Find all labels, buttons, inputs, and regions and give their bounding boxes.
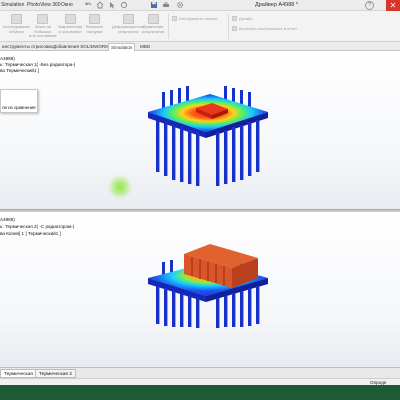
ribbon-divider xyxy=(168,14,169,39)
ribbon-button-deformed-results[interactable]: Деформационная результаты xyxy=(112,14,145,34)
menu-simulation[interactable]: Simulation xyxy=(1,2,24,8)
study-icon xyxy=(10,14,22,24)
fixtures-icon xyxy=(64,14,76,24)
ribbon-divider xyxy=(228,14,229,39)
plot-tools-icon xyxy=(172,16,177,22)
tab-sketch-tools[interactable]: инструменты отрисовки xyxy=(0,43,55,51)
plot-study-name: ь: Термическая 2( -С радиатором-) xyxy=(0,224,75,229)
design-icon xyxy=(232,16,237,22)
options-gear-icon[interactable] xyxy=(176,1,184,9)
plot-study-name: ь: Термическая 1( -Без радиатора-) xyxy=(0,62,76,67)
plot-title-line: A4988) xyxy=(0,56,15,61)
ribbon-item-include-image[interactable]: Включить изображение в отчет xyxy=(232,26,297,32)
ribbon-button-label: Деформационная результаты xyxy=(112,24,146,34)
ribbon-item-design[interactable]: Дизайн xyxy=(232,16,252,22)
menu-photoview[interactable]: PhotoView 360 xyxy=(27,2,61,8)
model-graphic xyxy=(148,244,268,328)
close-icon[interactable]: ✕ xyxy=(386,0,400,11)
ribbon-button-fixtures[interactable]: Закрепления и основание xyxy=(58,14,82,34)
thermal-model-with-heatsink[interactable] xyxy=(140,236,275,331)
menu-window[interactable]: Окно xyxy=(61,2,73,8)
ribbon-item-plot-tools[interactable]: Инструменты эпюры xyxy=(172,16,217,22)
command-manager-tabs: инструменты отрисовки Добавления SOLIDWO… xyxy=(0,42,400,51)
title-menu-bar: Simulation PhotoView 360 Окно Драйвер A4… xyxy=(0,0,400,11)
plot-type-name: ва Термический1 ] xyxy=(0,68,40,73)
ribbon-button-label: Сравнение результатов xyxy=(142,24,165,34)
print-icon[interactable] xyxy=(162,1,170,9)
undo-icon[interactable] xyxy=(84,1,92,9)
ribbon-button-label: Внешние нагрузки xyxy=(86,24,103,34)
sketch-icon xyxy=(37,14,49,24)
tab-thermal-2[interactable]: Термическая 2 xyxy=(35,369,77,378)
deformed-result-icon xyxy=(123,14,135,24)
mouse-cursor-highlight xyxy=(108,175,132,199)
ribbon-button-compare-results[interactable]: Сравнение результатов xyxy=(142,14,164,34)
status-bar: Опреде xyxy=(0,378,400,385)
save-icon[interactable] xyxy=(150,1,158,9)
tab-solidworks-addins[interactable]: Добавления SOLIDWORKS xyxy=(51,43,113,51)
tab-mbd[interactable]: MBD xyxy=(138,43,152,51)
ribbon-button-label: Эскиз на бобышка или основание xyxy=(29,24,57,39)
compare-icon xyxy=(147,14,159,24)
ribbon-button-sketch[interactable]: Эскиз на бобышка или основание xyxy=(29,14,57,39)
simulation-ribbon: Исследование объекта Эскиз на бобышка ил… xyxy=(0,11,400,42)
image-report-icon xyxy=(232,26,237,32)
os-taskbar xyxy=(0,385,400,400)
study-tabs-bar: Термическая 1 Термическая 2 xyxy=(0,367,400,378)
document-title: Драйвер A4988 * xyxy=(255,2,298,8)
ribbon-button-label: Исследование объекта xyxy=(3,24,30,34)
rebuild-icon[interactable] xyxy=(120,1,128,9)
select-arrow-icon[interactable] xyxy=(108,1,116,9)
ribbon-button-label: Закрепления и основание xyxy=(58,24,83,34)
loads-icon xyxy=(88,14,100,24)
compare-context-popup[interactable]: ли из сравнения xyxy=(0,89,38,113)
help-icon[interactable]: ? xyxy=(365,1,374,10)
popup-menu-item[interactable]: ли из сравнения xyxy=(2,105,35,110)
home-icon[interactable] xyxy=(96,1,104,9)
ribbon-button-external-loads[interactable]: Внешние нагрузки xyxy=(86,14,103,34)
plot-type-name: ва Копия[ 1 ] Термический1 ] xyxy=(0,231,61,236)
thermal-model-no-heatsink[interactable] xyxy=(140,82,275,187)
plot-title-line: A4988) xyxy=(0,217,15,222)
model-graphic xyxy=(148,86,268,186)
tab-simulation[interactable]: Simulation xyxy=(108,43,136,51)
ribbon-button-study-advisor[interactable]: Исследование объекта xyxy=(3,14,30,34)
